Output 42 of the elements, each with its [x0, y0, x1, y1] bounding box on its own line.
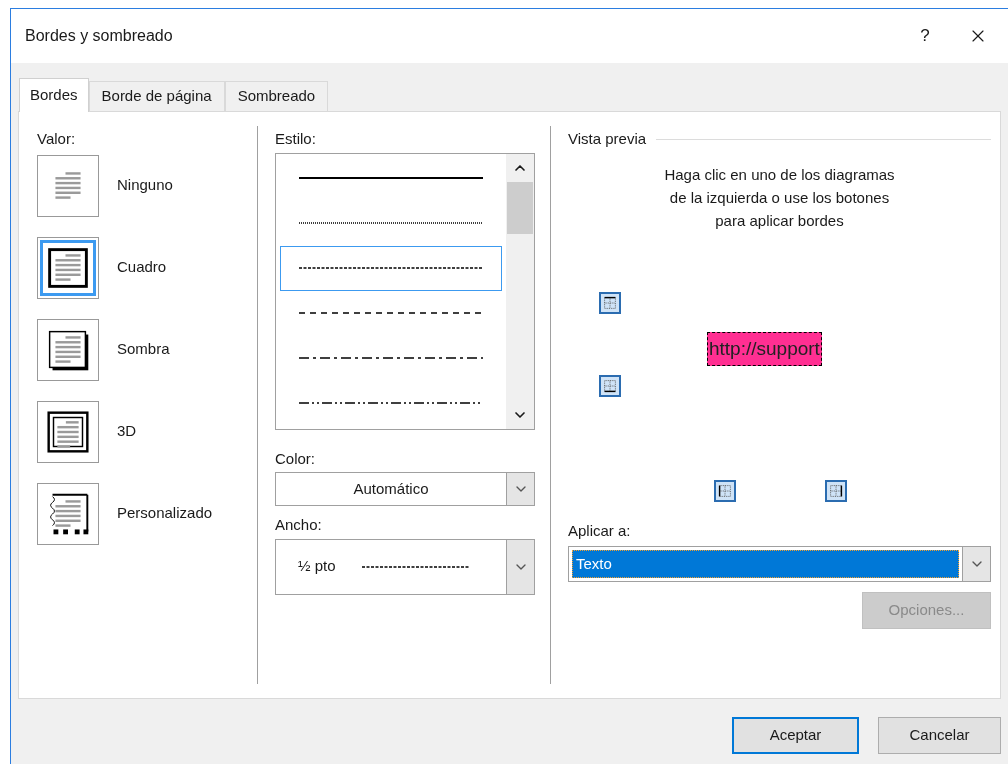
line-style-icon	[299, 356, 483, 360]
border-toggle-button[interactable]	[825, 479, 847, 502]
line-style-icon	[299, 266, 483, 270]
line-style-icon	[299, 401, 483, 405]
width-value: ½ pto	[298, 556, 336, 577]
border-setting-option[interactable]	[37, 236, 99, 299]
dialog-button[interactable]: Cancelar	[878, 717, 1001, 754]
preview-heading: Vista previa	[568, 129, 647, 149]
dialog-button[interactable]: Aceptar	[732, 717, 859, 754]
color-label: Color:	[275, 448, 316, 469]
tab[interactable]: Borde de página	[88, 81, 225, 111]
setting-option-label[interactable]: Personalizado	[117, 502, 213, 525]
setting-label: Valor:	[37, 129, 77, 149]
window-title: Bordes y sombreado	[25, 26, 174, 46]
help-button[interactable]: ?	[902, 23, 948, 49]
preview-sample-text: http://support	[707, 331, 822, 366]
border-toggle-button[interactable]	[599, 291, 621, 314]
setting-option-label[interactable]: Cuadro	[117, 256, 167, 279]
setting-option-label[interactable]: 3D	[117, 420, 137, 443]
setting-option-label[interactable]: Sombra	[117, 338, 170, 361]
border-setting-option[interactable]	[37, 400, 99, 463]
style-label: Estilo:	[275, 129, 317, 149]
line-style-icon	[299, 176, 483, 180]
scrollbar[interactable]	[506, 153, 534, 429]
color-dropdown[interactable]: Automático	[275, 472, 535, 506]
line-style-icon	[299, 311, 483, 315]
apply-to-label: Aplicar a:	[568, 520, 632, 541]
scroll-thumb[interactable]	[507, 181, 533, 234]
border-setting-option[interactable]	[37, 318, 99, 381]
preview-instructions: Haga clic en uno de los diagramas de la izquierda o use los botones para aplicar bordes	[663, 164, 896, 231]
tab[interactable]: Bordes	[19, 78, 89, 112]
apply-to-dropdown[interactable]: Texto	[568, 546, 991, 582]
line-style-option[interactable]	[280, 245, 502, 291]
width-label: Ancho:	[275, 515, 323, 535]
border-setting-option[interactable]	[37, 482, 99, 545]
line-sample-icon	[361, 564, 470, 569]
border-toggle-button[interactable]	[599, 374, 621, 397]
border-toggle-button[interactable]	[714, 479, 736, 502]
width-dropdown[interactable]: ½ pto	[275, 538, 535, 595]
setting-option-label[interactable]: Ninguno	[117, 174, 173, 197]
tab[interactable]: Sombreado	[224, 81, 329, 111]
line-style-icon	[299, 221, 483, 225]
